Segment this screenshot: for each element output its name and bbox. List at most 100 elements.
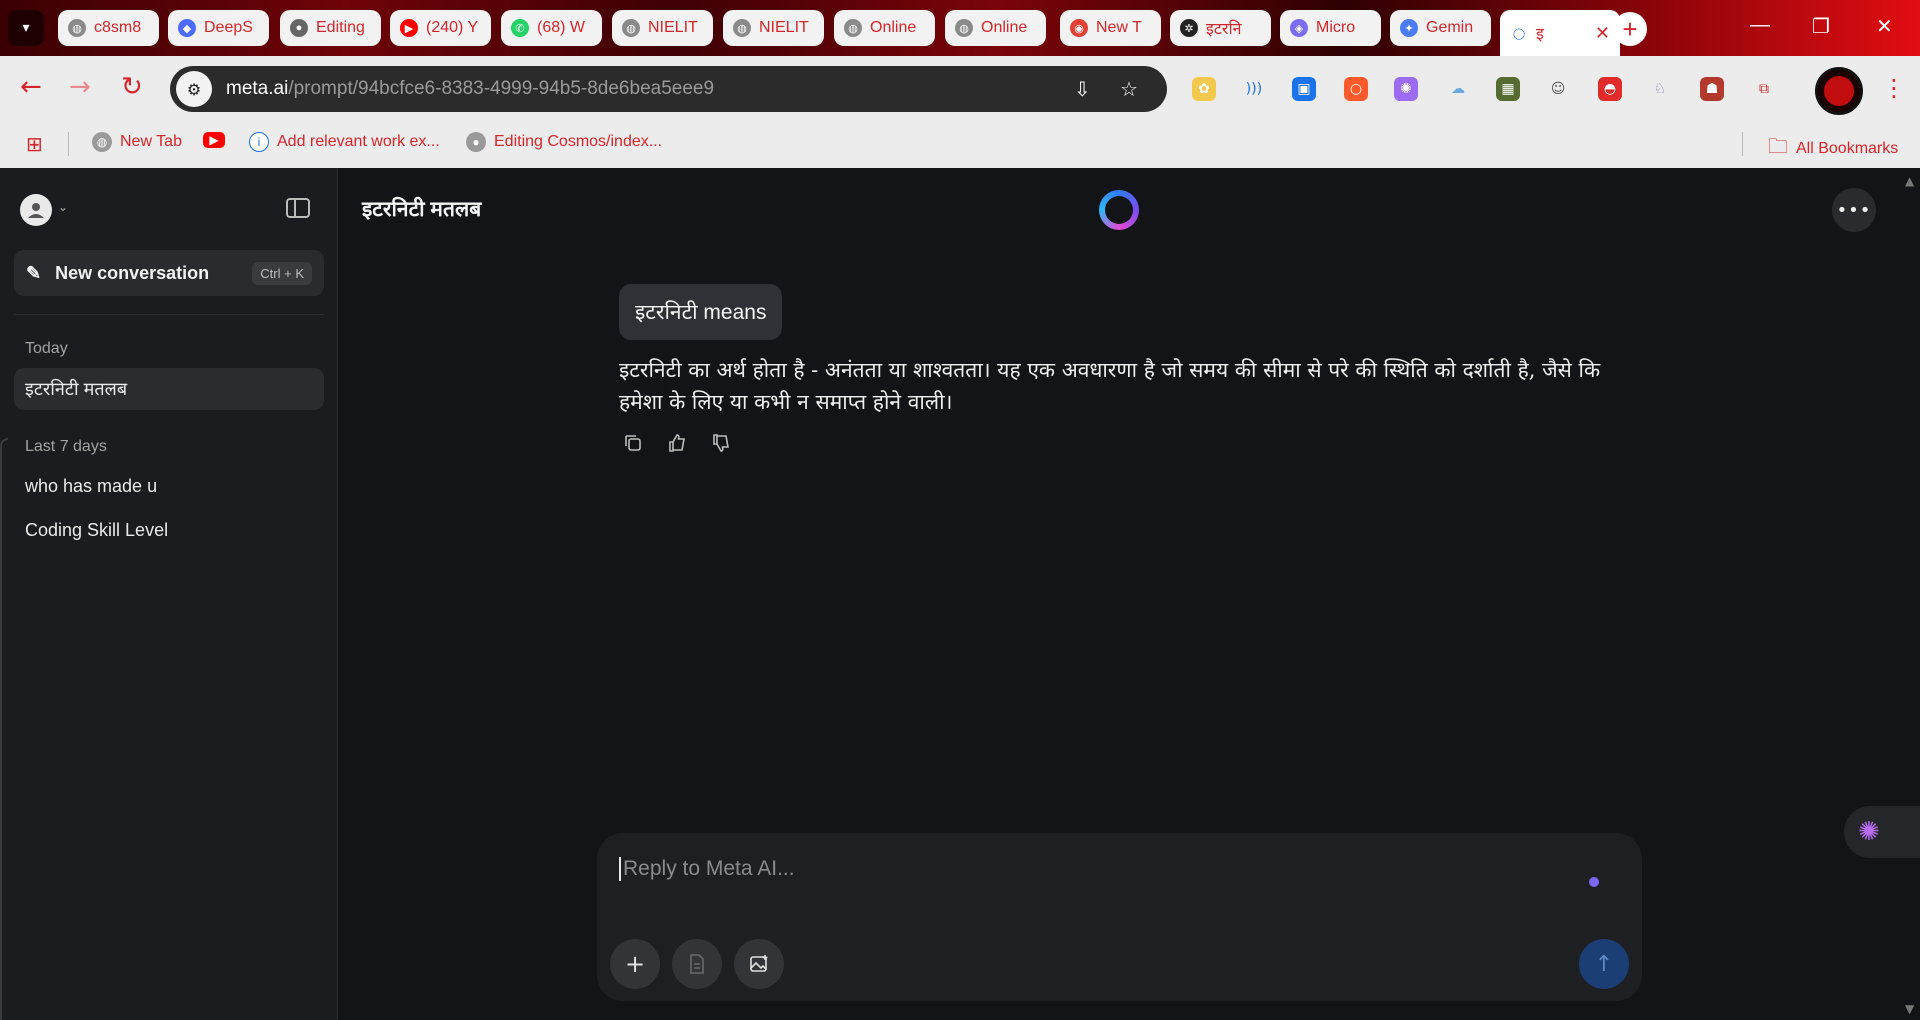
user-icon [28,203,44,218]
document-icon[interactable] [672,939,722,989]
reply-input[interactable] [619,857,1519,881]
sidebar-toggle-icon[interactable] [286,198,310,218]
history-item[interactable]: Coding Skill Level [14,509,324,551]
browser-tab[interactable]: ◉ New T [1060,10,1161,46]
extension-icon[interactable]: ○ [1344,77,1368,101]
more-options-button[interactable]: ••• [1832,188,1876,232]
thumbs-down-icon[interactable] [710,432,732,454]
voice-indicator-icon [1589,877,1599,887]
close-tab-icon[interactable]: ✕ [1595,23,1610,44]
youtube-icon: ▶ [400,19,418,37]
browser-tab[interactable]: ✲ इटरनि [1170,10,1271,46]
browser-tab[interactable]: ◍ Online [945,10,1046,46]
meta-ai-icon: ◯ [1512,27,1526,40]
pokeball-icon[interactable]: ◓ [1598,77,1622,101]
minimize-button[interactable]: — [1750,14,1770,37]
face-extension-icon[interactable]: ☺ [1546,77,1570,101]
browser-menu-icon[interactable]: ⋮ [1882,76,1906,100]
forward-button[interactable]: → [69,74,91,100]
browser-tab[interactable]: ✦ Gemin [1390,10,1491,46]
browser-tab[interactable]: ◍ NIELIT [612,10,713,46]
tab-title: (240) Y [426,19,479,36]
scroll-up-arrow[interactable]: ▲ [1905,174,1914,188]
url-text[interactable]: meta.ai/prompt/94bcfce6-8383-4999-94b5-8… [226,78,714,100]
tab-search-button[interactable]: ▾ [8,10,44,46]
browser-tab[interactable]: ▶ (240) Y [390,10,491,46]
github-icon: ● [290,19,308,37]
chatgpt-icon: ✲ [1180,19,1198,37]
bookmarks-bar: ⊞ ◍ New Tab ▶ i Add relevant work ex... … [0,120,1920,168]
github-icon: ● [466,132,486,152]
scroll-down-arrow[interactable]: ▼ [1905,1002,1914,1016]
address-bar[interactable]: ⚙ meta.ai/prompt/94bcfce6-8383-4999-94b5… [170,66,1167,112]
tab-title: DeepS [204,19,253,36]
chevron-down-icon[interactable]: ⌄ [58,200,68,214]
shortcut-hint: Ctrl + K [252,261,312,285]
bookmark-editing-cosmos[interactable]: ● Editing Cosmos/index... [466,132,662,152]
globe-icon: ◍ [955,19,973,37]
close-window-button[interactable]: ✕ [1876,14,1893,39]
all-bookmarks-button[interactable]: 🗀 All Bookmarks [1768,132,1898,166]
new-conversation-button[interactable]: ✎ New conversation Ctrl + K [14,250,324,296]
restore-button[interactable]: ❐ [1812,14,1830,39]
back-button[interactable]: ← [20,74,42,100]
cast-icon[interactable]: ▣ [1292,77,1316,101]
add-button[interactable]: + [610,939,660,989]
site-info-icon[interactable]: ⚙ [176,71,212,107]
info-icon: i [249,132,269,152]
whatsapp-icon: ✆ [511,19,529,37]
extension-icon[interactable]: ✿ [1192,77,1216,101]
read-aloud-icon[interactable]: ))) [1242,77,1266,101]
extension-icon[interactable]: ☗ [1700,77,1724,101]
profile-avatar[interactable] [1815,67,1863,115]
apps-grid-icon[interactable]: ⊞ [26,132,43,157]
image-upload-icon[interactable] [734,939,784,989]
brain-extension-icon[interactable]: ✺ [1394,77,1418,101]
youtube-icon: ▶ [203,132,225,148]
thumbs-up-icon[interactable] [666,432,688,454]
assistant-message: इटरनिटी का अर्थ होता है - अनंतता या शाश्… [619,358,1601,414]
browser-tab[interactable]: ● Editing [280,10,381,46]
globe-icon: ◍ [68,19,86,37]
tab-title: NIELIT [648,19,698,36]
deepseek-icon: ◆ [178,19,196,37]
extensions-puzzle-icon[interactable]: ⧉ [1752,77,1776,101]
message-actions [622,432,732,454]
bookmark-star-icon[interactable]: ☆ [1120,77,1138,101]
send-button[interactable]: ↑ [1579,939,1629,989]
browser-tab[interactable]: ✆ (68) W [501,10,602,46]
tab-title: c8sm8 [94,19,142,36]
browser-tab[interactable]: ◆ DeepS [168,10,269,46]
bookmark-new-tab[interactable]: ◍ New Tab [92,132,182,152]
section-label-last-7-days: Last 7 days [25,438,107,455]
cloud-upload-icon[interactable]: ☁ [1446,77,1470,101]
copy-icon[interactable] [622,432,644,454]
tab-title: Online [981,19,1028,36]
extension-icon[interactable]: ♘ [1648,77,1672,101]
user-avatar[interactable] [20,194,52,226]
tab-title: इटरनि [1206,21,1242,38]
chrome-icon: ◉ [1070,19,1088,37]
new-tab-button[interactable]: + [1613,12,1647,46]
browser-tab[interactable]: ◈ Micro [1280,10,1381,46]
tab-title: (68) W [537,19,585,36]
tab-title: Micro [1316,19,1356,36]
brain-extension-button[interactable]: ✺ [1844,806,1920,858]
globe-icon: ◍ [622,19,640,37]
browser-tab[interactable]: ◍ Online [834,10,935,46]
browser-tab[interactable]: ◍ NIELIT [723,10,824,46]
globe-icon: ◍ [733,19,751,37]
reload-button[interactable]: ↻ [121,74,143,100]
history-item[interactable]: इटरनिटी मतलब [14,368,324,410]
tab-title: NIELIT [759,19,809,36]
bookmark-add-relevant-work[interactable]: i Add relevant work ex... [249,132,440,152]
extension-icon[interactable]: ▦ [1496,77,1520,101]
bookmark-youtube[interactable]: ▶ [203,132,225,148]
install-app-icon[interactable]: ⇩ [1074,77,1091,101]
tab-active[interactable]: ◯ इ ✕ [1500,10,1620,56]
folder-icon: 🗀 [1768,136,1788,158]
browser-tab[interactable]: ◍ c8sm8 [58,10,159,46]
globe-icon: ◍ [92,132,112,152]
tab-title: इ [1536,26,1544,43]
history-item[interactable]: who has made u [14,465,324,507]
